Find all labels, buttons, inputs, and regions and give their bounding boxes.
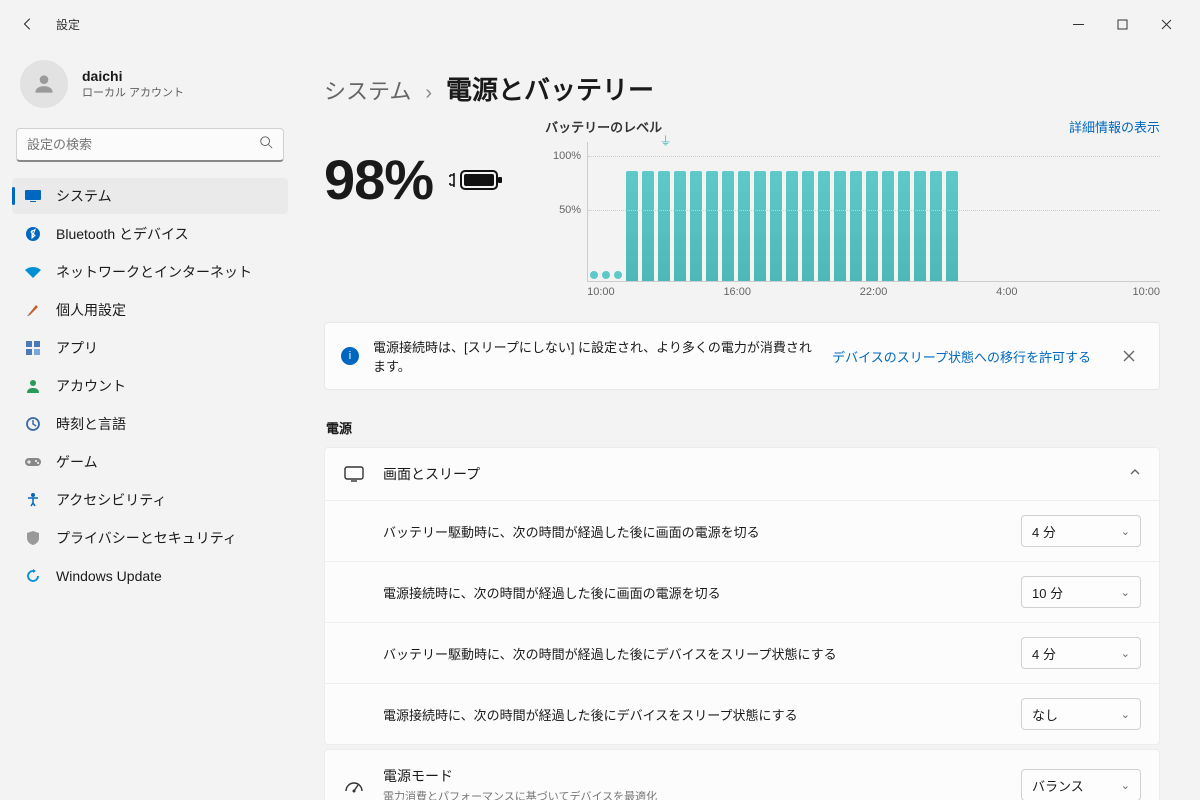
chart-details-link[interactable]: 詳細情報の表示 [1069,117,1160,136]
nav-item-network[interactable]: ネットワークとインターネット [12,254,288,290]
chevron-down-icon: ⌄ [1121,779,1130,792]
sleep-setting-row: バッテリー駆動時に、次の時間が経過した後に画面の電源を切る 4 分 ⌄ [325,500,1159,561]
nav-item-access[interactable]: アクセシビリティ [12,482,288,518]
back-button[interactable] [12,8,44,40]
battery-chart: バッテリーのレベル 詳細情報の表示 100%50% ⏚ 10:0016:0022… [545,117,1160,298]
network-icon [24,263,42,281]
setting-dropdown[interactable]: 10 分 ⌄ [1021,576,1141,608]
sleep-setting-row: 電源接続時に、次の時間が経過した後に画面の電源を切る 10 分 ⌄ [325,561,1159,622]
main-content: システム › 電源とバッテリー 98% [300,48,1200,800]
power-mode-sub: 電力消費とパフォーマンスに基づいてデバイスを最適化 [383,788,1003,800]
user-type: ローカル アカウント [82,84,184,100]
nav: システム Bluetooth とデバイスネットワークとインターネット個人用設定アプ… [12,178,288,594]
nav-label: アプリ [56,338,98,358]
nav-label: アクセシビリティ [56,490,166,510]
power-mode-value: バランス [1032,776,1084,795]
close-button[interactable] [1144,8,1188,40]
avatar [20,60,68,108]
user-block[interactable]: daichi ローカル アカウント [12,48,288,124]
breadcrumb: システム › 電源とバッテリー [324,70,1160,107]
system-icon [24,187,42,205]
card-power-mode-header[interactable]: 電源モード 電力消費とパフォーマンスに基づいてデバイスを最適化 バランス ⌄ [325,750,1159,800]
setting-label: バッテリー駆動時に、次の時間が経過した後に画面の電源を切る [383,522,1021,541]
nav-item-personal[interactable]: 個人用設定 [12,292,288,328]
breadcrumb-parent[interactable]: システム [324,74,411,106]
nav-label: プライバシーとセキュリティ [56,528,237,548]
personal-icon [24,301,42,319]
nav-label: Bluetooth とデバイス [56,224,189,244]
minimize-button[interactable] [1056,8,1100,40]
setting-dropdown[interactable]: 4 分 ⌄ [1021,515,1141,547]
chevron-up-icon [1129,465,1141,483]
power-mode-title: 電源モード [383,766,1003,786]
card-screen-sleep-title: 画面とスリープ [383,464,1111,484]
chevron-down-icon: ⌄ [1121,525,1130,538]
chevron-down-icon: ⌄ [1121,586,1130,599]
nav-item-time[interactable]: 時刻と言語 [12,406,288,442]
sleep-setting-row: バッテリー駆動時に、次の時間が経過した後にデバイスをスリープ状態にする 4 分 … [325,622,1159,683]
nav-item-system[interactable]: システム [12,178,288,214]
app-title: 設定 [56,16,80,33]
info-action-link[interactable]: デバイスのスリープ状態への移行を許可する [832,347,1091,366]
info-icon: i [341,347,359,365]
battery-percent: 98% [324,147,433,212]
nav-item-accounts[interactable]: アカウント [12,368,288,404]
chevron-down-icon: ⌄ [1121,647,1130,660]
accounts-icon [24,377,42,395]
apps-icon [24,339,42,357]
breadcrumb-current: 電源とバッテリー [446,70,654,107]
section-power: 電源 [326,418,1160,437]
setting-value: 10 分 [1032,583,1063,602]
setting-dropdown[interactable]: なし ⌄ [1021,698,1141,730]
access-icon [24,491,42,509]
sidebar: daichi ローカル アカウント システム Bluetooth とデバイスネット… [0,48,300,800]
card-screen-sleep-header[interactable]: 画面とスリープ [325,448,1159,500]
gaming-icon [24,453,42,471]
nav-item-update[interactable]: Windows Update [12,558,288,594]
sleep-setting-row: 電源接続時に、次の時間が経過した後にデバイスをスリープ状態にする なし ⌄ [325,683,1159,744]
chart-title: バッテリーのレベル [545,117,662,136]
nav-label: Windows Update [56,568,162,584]
search-field[interactable] [27,137,259,152]
nav-item-apps[interactable]: アプリ [12,330,288,366]
setting-value: なし [1032,705,1058,724]
chevron-down-icon: ⌄ [1121,708,1130,721]
nav-label: ゲーム [56,452,98,472]
bluetooth-icon [24,225,42,243]
nav-label: 時刻と言語 [56,414,126,434]
info-close-button[interactable] [1115,342,1143,370]
setting-value: 4 分 [1032,644,1056,663]
setting-value: 4 分 [1032,522,1056,541]
update-icon [24,567,42,585]
info-banner: i 電源接続時は、[スリープにしない] に設定され、より多くの電力が消費されます… [324,322,1160,390]
setting-label: 電源接続時に、次の時間が経過した後に画面の電源を切る [383,583,1021,602]
titlebar: 設定 [0,0,1200,48]
screen-icon [343,466,365,482]
setting-dropdown[interactable]: 4 分 ⌄ [1021,637,1141,669]
nav-label: 個人用設定 [56,300,126,320]
battery-charging-icon [447,165,505,195]
time-icon [24,415,42,433]
setting-label: 電源接続時に、次の時間が経過した後にデバイスをスリープ状態にする [383,705,1021,724]
maximize-button[interactable] [1100,8,1144,40]
nav-label: アカウント [56,376,126,396]
nav-item-bluetooth[interactable]: Bluetooth とデバイス [12,216,288,252]
gauge-icon [343,777,365,793]
card-power-mode: 電源モード 電力消費とパフォーマンスに基づいてデバイスを最適化 バランス ⌄ [324,749,1160,800]
nav-item-privacy[interactable]: プライバシーとセキュリティ [12,520,288,556]
chevron-right-icon: › [425,82,432,105]
power-mode-dropdown[interactable]: バランス ⌄ [1021,769,1141,800]
info-text: 電源接続時は、[スリープにしない] に設定され、より多くの電力が消費されます。 [373,337,818,375]
nav-label: ネットワークとインターネット [56,262,252,282]
search-icon [259,135,273,154]
user-name: daichi [82,68,184,84]
search-input[interactable] [16,128,284,162]
privacy-icon [24,529,42,547]
nav-item-gaming[interactable]: ゲーム [12,444,288,480]
nav-label: システム [56,186,112,206]
setting-label: バッテリー駆動時に、次の時間が経過した後にデバイスをスリープ状態にする [383,644,1021,663]
battery-percent-block: 98% [324,147,505,212]
card-screen-sleep: 画面とスリープ バッテリー駆動時に、次の時間が経過した後に画面の電源を切る 4 … [324,447,1160,745]
